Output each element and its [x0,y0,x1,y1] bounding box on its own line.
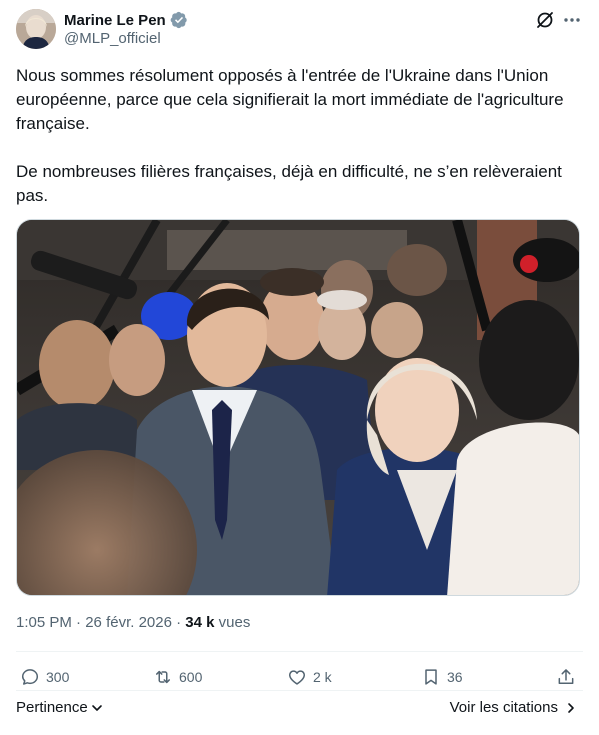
repost-count: 600 [179,669,203,685]
view-quotes-label: Voir les citations [449,699,558,716]
sort-dropdown[interactable]: Pertinence [16,699,104,716]
repost-icon [156,670,170,684]
repost-button[interactable]: 600 [153,664,202,690]
sort-label: Pertinence [16,699,88,716]
bookmark-count: 36 [447,669,463,685]
like-button[interactable]: 2 k [287,664,332,690]
post-meta: 1:05 PM · 26 févr. 2026 · 34 k vues [16,614,250,631]
divider-bottom [16,690,583,691]
post: Marine Le Pen @MLP_officiel Nous sommes … [0,0,599,735]
post-date[interactable]: 26 févr. 2026 [85,614,172,631]
share-icon [558,669,574,684]
chevron-right-icon [568,702,574,713]
reply-icon [21,669,39,685]
divider-top [16,651,583,652]
author-name-row: Marine Le Pen [64,10,188,30]
more-icon[interactable] [562,10,582,30]
post-text: Nous sommes résolument opposés à l'entré… [16,66,564,205]
grok-icon[interactable] [535,10,555,30]
avatar-image [16,9,56,49]
action-bar: 300 600 2 k 36 [16,664,584,690]
like-count: 2 k [313,669,332,685]
author-name[interactable]: Marine Le Pen [64,12,166,29]
views-label: vues [214,614,251,631]
share-button[interactable] [556,664,576,690]
meta-separator-2: · [171,614,186,631]
bookmark-icon [425,669,437,685]
author-handle[interactable]: @MLP_officiel [64,30,161,47]
post-photo[interactable] [16,219,580,596]
avatar[interactable] [16,9,56,49]
verified-badge-icon [170,11,188,29]
heart-icon [289,670,305,685]
view-quotes-link[interactable]: Voir les citations [450,699,578,716]
meta-separator: · [71,614,86,631]
reply-count: 300 [46,669,70,685]
reply-button[interactable]: 300 [20,664,69,690]
views-count: 34 k [185,614,215,631]
post-time[interactable]: 1:05 PM [16,614,72,631]
bookmark-button[interactable]: 36 [421,664,463,690]
photo-image [17,220,579,595]
chevron-down-icon [91,704,102,711]
